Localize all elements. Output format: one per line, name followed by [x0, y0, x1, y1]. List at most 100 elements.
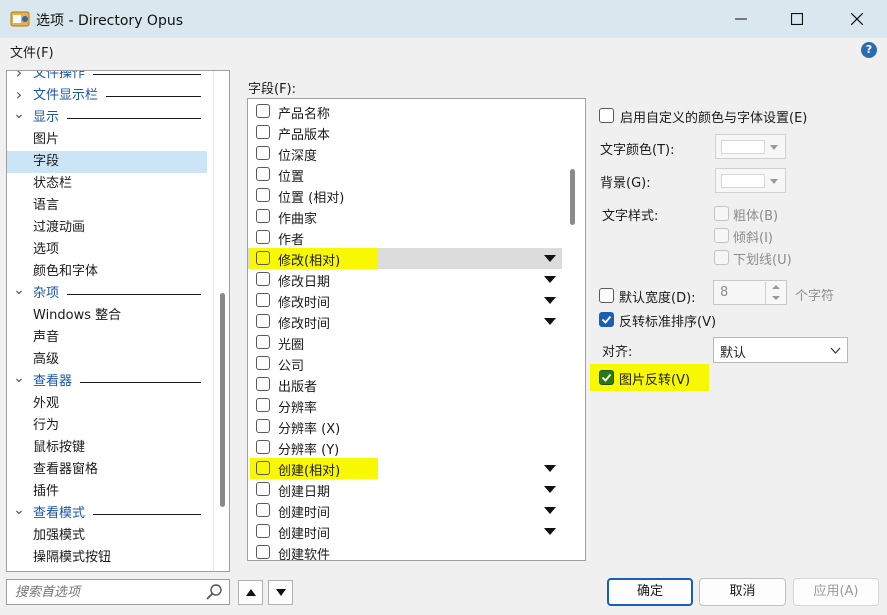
field-checkbox[interactable]	[256, 356, 270, 370]
field-checkbox[interactable]	[256, 440, 270, 454]
tree-item[interactable]: 过渡动画	[7, 217, 207, 239]
dropdown-arrow-icon[interactable]	[544, 255, 556, 262]
field-row[interactable]: 修改时间	[248, 290, 562, 311]
field-row[interactable]: 修改(相对)	[248, 248, 562, 269]
tree-item[interactable]: 字段	[7, 151, 207, 173]
field-checkbox[interactable]	[256, 272, 270, 286]
move-down-button[interactable]	[268, 580, 293, 605]
field-checkbox[interactable]	[256, 503, 270, 517]
field-checkbox[interactable]	[256, 167, 270, 181]
tree-item[interactable]: 外观	[7, 393, 207, 415]
underline-checkbox[interactable]	[714, 250, 729, 265]
tree-item[interactable]: 插件	[7, 481, 207, 503]
tree-item[interactable]: 语言	[7, 195, 207, 217]
dropdown-arrow-icon[interactable]	[544, 276, 556, 283]
stepper-up-button[interactable]	[765, 282, 785, 293]
field-checkbox[interactable]	[256, 545, 270, 559]
field-checkbox[interactable]	[256, 524, 270, 538]
tree-scrollbar[interactable]	[213, 71, 229, 571]
field-row[interactable]: 创建时间	[248, 500, 562, 521]
chevron-down-icon[interactable]: ⌄	[13, 107, 25, 121]
chevron-right-icon[interactable]: ›	[13, 85, 25, 105]
preferences-tree[interactable]: › 文件操作 › 文件显示栏 ⌄ 显示 图片 字段 状态栏 语言 过渡动画 选项 颜色和字体 ⌄ 杂项 Win…	[6, 70, 230, 572]
image-flip-checkbox[interactable]	[599, 370, 614, 385]
field-checkbox[interactable]	[256, 335, 270, 349]
ok-button[interactable]: 确定	[607, 578, 693, 606]
field-row[interactable]: 公司	[248, 353, 562, 374]
search-box[interactable]	[6, 579, 230, 605]
help-icon[interactable]: ?	[861, 42, 877, 58]
reverse-sort-checkbox[interactable]	[599, 312, 614, 327]
tree-item[interactable]: 鼠标按键	[7, 437, 207, 459]
tree-section[interactable]: ⌄ 查看器	[7, 371, 207, 393]
field-checkbox[interactable]	[256, 482, 270, 496]
chevron-down-icon[interactable]: ⌄	[13, 503, 25, 517]
dropdown-arrow-icon[interactable]	[544, 465, 556, 472]
tree-section[interactable]: › 文件显示栏	[7, 85, 207, 107]
apply-button[interactable]: 应用(A)	[793, 578, 879, 606]
field-row[interactable]: 作者	[248, 227, 562, 248]
custom-colors-checkbox[interactable]	[599, 108, 614, 123]
tree-item[interactable]: 颜色和字体	[7, 261, 207, 283]
width-stepper[interactable]: 8	[713, 280, 787, 305]
tree-section[interactable]: ⌄ 杂项	[7, 283, 207, 305]
field-row[interactable]: 位置	[248, 164, 562, 185]
tree-section[interactable]: › 文件操作	[7, 71, 207, 85]
field-row[interactable]: 修改日期	[248, 269, 562, 290]
chevron-down-icon[interactable]: ⌄	[13, 283, 25, 297]
field-checkbox[interactable]	[256, 230, 270, 244]
search-icon[interactable]	[205, 583, 223, 601]
tree-item[interactable]: 声音	[7, 327, 207, 349]
tree-item[interactable]: 状态栏	[7, 173, 207, 195]
fields-scrollbar[interactable]	[562, 99, 585, 560]
dropdown-arrow-icon[interactable]	[544, 507, 556, 514]
field-checkbox[interactable]	[256, 104, 270, 118]
text-color-dropdown[interactable]	[715, 134, 786, 159]
tree-item[interactable]: 查看器窗格	[7, 459, 207, 481]
italic-checkbox[interactable]	[714, 228, 729, 243]
move-up-button[interactable]	[238, 580, 263, 605]
menu-file[interactable]: 文件(F)	[10, 42, 54, 61]
align-dropdown[interactable]: 默认	[713, 337, 848, 363]
fields-list[interactable]: 产品名称 产品版本 位深度 位置 位置 (相对) 作曲家 作者 修改(相对) 修改日期 修改时间修…	[247, 98, 586, 561]
tree-item[interactable]: 加强模式	[7, 525, 207, 547]
field-checkbox[interactable]	[256, 146, 270, 160]
field-checkbox[interactable]	[256, 398, 270, 412]
dropdown-arrow-icon[interactable]	[544, 528, 556, 535]
tree-scroll-thumb[interactable]	[220, 293, 225, 507]
tree-item[interactable]: 行为	[7, 415, 207, 437]
field-row[interactable]: 创建时间	[248, 521, 562, 542]
field-checkbox[interactable]	[256, 293, 270, 307]
field-row[interactable]: 分辨率 (X)	[248, 416, 562, 437]
field-row[interactable]: 创建日期	[248, 479, 562, 500]
field-row[interactable]: 作曲家	[248, 206, 562, 227]
field-row[interactable]: 位置 (相对)	[248, 185, 562, 206]
tree-item[interactable]: 选项	[7, 239, 207, 261]
bold-checkbox[interactable]	[714, 206, 729, 221]
field-row[interactable]: 修改时间	[248, 311, 562, 332]
field-row[interactable]: 分辨率	[248, 395, 562, 416]
tree-section[interactable]: ⌄ 查看模式	[7, 503, 207, 525]
field-row[interactable]: 创建(相对)	[248, 458, 562, 479]
cancel-button[interactable]: 取消	[699, 578, 786, 606]
default-width-checkbox[interactable]	[599, 288, 614, 303]
background-color-dropdown[interactable]	[715, 168, 786, 193]
tree-item[interactable]: Windows 整合	[7, 305, 207, 327]
field-checkbox[interactable]	[256, 209, 270, 223]
field-checkbox[interactable]	[256, 419, 270, 433]
tree-item[interactable]: 操隔模式按钮	[7, 547, 207, 569]
chevron-right-icon[interactable]: ›	[13, 71, 25, 83]
fields-scroll-thumb[interactable]	[570, 169, 575, 225]
minimize-button[interactable]	[713, 0, 769, 38]
field-checkbox[interactable]	[256, 377, 270, 391]
tree-item[interactable]: 图片	[7, 129, 207, 151]
field-checkbox[interactable]	[256, 188, 270, 202]
field-row[interactable]: 产品名称	[248, 101, 562, 122]
field-checkbox[interactable]	[256, 314, 270, 328]
dropdown-arrow-icon[interactable]	[544, 318, 556, 325]
field-checkbox[interactable]	[256, 461, 270, 475]
chevron-down-icon[interactable]: ⌄	[13, 371, 25, 385]
tree-section[interactable]: ⌄ 显示	[7, 107, 207, 129]
dropdown-arrow-icon[interactable]	[544, 297, 556, 304]
dropdown-arrow-icon[interactable]	[544, 486, 556, 493]
